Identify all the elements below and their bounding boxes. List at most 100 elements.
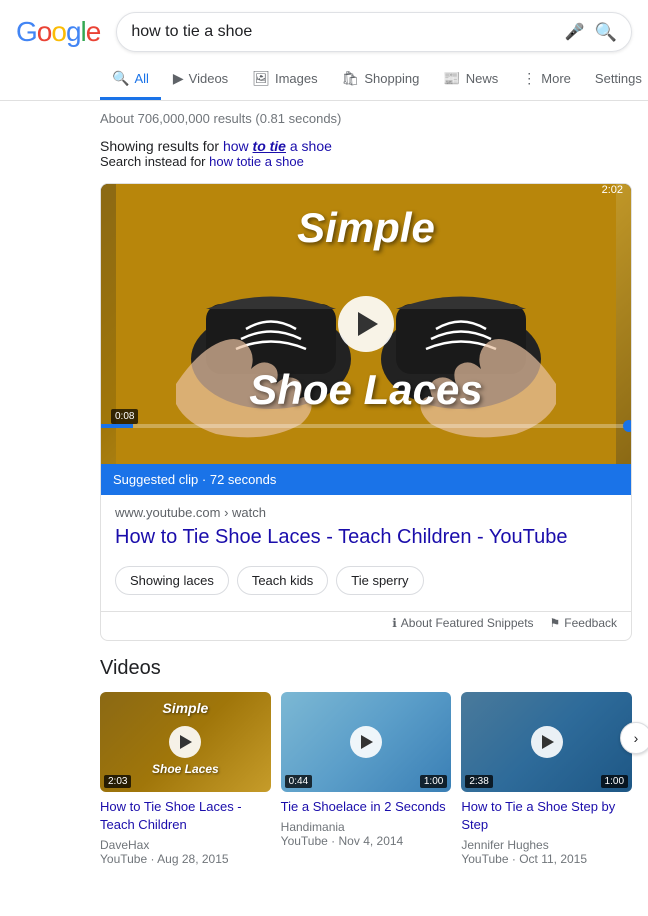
thumb-duration-0: 2:03 — [104, 775, 131, 788]
time-start-badge: 0:08 — [111, 409, 138, 424]
tab-all[interactable]: 🔍 All — [100, 60, 161, 100]
pill-tie-sperry[interactable]: Tie sperry — [336, 566, 423, 595]
images-icon: 🖼 — [252, 70, 270, 87]
logo-e: e — [86, 16, 101, 47]
suggested-clip-banner: Suggested clip · 72 seconds — [101, 464, 631, 495]
thumb-play-1[interactable] — [350, 726, 382, 758]
search-icons: 🎤 🔍 — [565, 22, 617, 43]
video-card-2[interactable]: 2:38 1:00 How to Tie a Shoe Step by Step… — [461, 692, 632, 866]
video-card-0[interactable]: Simple Shoe Laces 2:03 How to Tie Shoe L… — [100, 692, 271, 866]
thumb-play-triangle-0 — [180, 735, 192, 749]
video-card-title-2[interactable]: How to Tie a Shoe Step by Step — [461, 798, 632, 834]
video-card-platform-1: YouTube · Nov 4, 2014 — [281, 834, 452, 848]
thumb-play-2[interactable] — [531, 726, 563, 758]
settings-link[interactable]: Settings — [583, 61, 648, 99]
flag-icon: ⚑ — [550, 616, 561, 630]
showing-results-ashoe[interactable]: a shoe — [290, 138, 332, 154]
progress-dot — [623, 420, 631, 432]
thumb-duration-1: 0:44 — [285, 775, 312, 788]
chevron-right-icon: › — [634, 730, 639, 746]
thumb-text-shoe-0: Shoe Laces — [100, 762, 271, 776]
tab-videos[interactable]: ▶ Videos — [161, 60, 240, 100]
video-card-1[interactable]: 0:44 1:00 Tie a Shoelace in 2 Seconds Ha… — [281, 692, 452, 866]
feedback-label: Feedback — [564, 616, 617, 630]
thumb-text-simple-0: Simple — [100, 700, 271, 716]
logo-o2: o — [51, 16, 66, 47]
thumb-duration-2: 2:38 — [465, 775, 492, 788]
thumb-play-triangle-1 — [361, 735, 373, 749]
videos-section-header: Videos — [100, 657, 632, 680]
nav-tabs: 🔍 All ▶ Videos 🖼 Images 🛍 Shopping 📰 New… — [0, 60, 648, 101]
source-info: www.youtube.com › watch How to Tie Shoe … — [101, 495, 631, 566]
thumb-total-1: 1:00 — [420, 775, 447, 788]
nav-right: Settings Tools — [583, 61, 648, 99]
info-icon: ℹ — [392, 616, 397, 630]
showing-results-line1: Showing results for how to tie a shoe — [100, 138, 632, 154]
search-icon[interactable]: 🔍 — [595, 22, 617, 43]
tab-news-label: News — [466, 71, 499, 86]
logo-g2: g — [66, 16, 81, 47]
video-card-source-2: Jennifer Hughes — [461, 838, 632, 852]
thumb-total-2: 1:00 — [601, 775, 628, 788]
videos-icon: ▶ — [173, 70, 184, 87]
progress-bar[interactable] — [101, 424, 631, 428]
pill-teach-kids[interactable]: Teach kids — [237, 566, 328, 595]
search-bar[interactable]: 🎤 🔍 — [116, 12, 632, 52]
play-button[interactable] — [338, 296, 394, 352]
header: Google 🎤 🔍 — [0, 0, 648, 60]
tab-videos-label: Videos — [189, 71, 229, 86]
logo-o1: o — [37, 16, 52, 47]
tab-more[interactable]: ⋮ More — [510, 60, 583, 100]
tab-images-label: Images — [275, 71, 318, 86]
pill-showing-laces[interactable]: Showing laces — [115, 566, 229, 595]
tab-images[interactable]: 🖼 Images — [240, 60, 329, 100]
snippet-footer: ℹ About Featured Snippets ⚑ Feedback — [101, 611, 631, 640]
video-card-platform-0: YouTube · Aug 28, 2015 — [100, 852, 271, 866]
result-title[interactable]: How to Tie Shoe Laces - Teach Children -… — [115, 524, 617, 550]
news-icon: 📰 — [443, 70, 460, 87]
video-card-title-0[interactable]: How to Tie Shoe Laces - Teach Children — [100, 798, 271, 834]
tab-news[interactable]: 📰 News — [431, 60, 510, 100]
thumb-play-0[interactable] — [169, 726, 201, 758]
about-featured-snippets[interactable]: ℹ About Featured Snippets — [392, 616, 533, 630]
featured-snippet: Simple Shoe Laces 0:08 2:02 Suggested cl… — [100, 183, 632, 641]
carousel-next-button[interactable]: › — [620, 722, 648, 754]
logo-g1: G — [16, 16, 37, 47]
results-info: About 706,000,000 results (0.81 seconds) — [0, 101, 648, 132]
tab-shopping-label: Shopping — [364, 71, 419, 86]
search-input[interactable] — [131, 23, 564, 41]
settings-label: Settings — [595, 71, 642, 86]
video-thumb-2: 2:38 1:00 — [461, 692, 632, 792]
tab-more-label: More — [541, 71, 571, 86]
showing-results: Showing results for how to tie a shoe Se… — [0, 132, 648, 171]
video-thumb-1: 0:44 1:00 — [281, 692, 452, 792]
video-title-top: Simple — [101, 204, 631, 252]
video-player[interactable]: Simple Shoe Laces 0:08 2:02 — [101, 184, 631, 464]
video-card-title-1[interactable]: Tie a Shoelace in 2 Seconds — [281, 798, 452, 816]
videos-section: Videos Simple Shoe Laces 2:03 How to Tie… — [0, 641, 648, 866]
video-background: Simple Shoe Laces 0:08 2:02 — [101, 184, 631, 464]
search-instead-prefix: Search instead for — [100, 154, 209, 169]
more-icon: ⋮ — [522, 70, 536, 87]
time-end: 2:02 — [602, 184, 623, 196]
thumb-play-triangle-2 — [542, 735, 554, 749]
all-icon: 🔍 — [112, 70, 129, 87]
tab-shopping[interactable]: 🛍 Shopping — [330, 60, 432, 100]
about-featured-label: About Featured Snippets — [401, 616, 534, 630]
video-card-source-1: Handimania — [281, 820, 452, 834]
suggested-clip-text: Suggested clip · 72 seconds — [113, 472, 276, 487]
search-instead-link[interactable]: how totie a shoe — [209, 154, 304, 169]
google-logo: Google — [16, 16, 100, 48]
progress-fill — [101, 424, 133, 428]
mic-icon[interactable]: 🎤 — [565, 22, 585, 42]
showing-results-totie[interactable]: to tie — [253, 138, 286, 154]
shopping-icon: 🛍 — [342, 70, 360, 87]
pills-container: Showing laces Teach kids Tie sperry — [101, 566, 631, 607]
showing-results-how[interactable]: how — [223, 138, 253, 154]
video-thumb-0: Simple Shoe Laces 2:03 — [100, 692, 271, 792]
feedback-link[interactable]: ⚑ Feedback — [550, 616, 617, 630]
results-count: About 706,000,000 results (0.81 seconds) — [100, 111, 341, 126]
source-url: www.youtube.com › watch — [115, 505, 617, 520]
video-title-bottom: Shoe Laces — [101, 366, 631, 414]
video-grid: Simple Shoe Laces 2:03 How to Tie Shoe L… — [100, 692, 632, 866]
